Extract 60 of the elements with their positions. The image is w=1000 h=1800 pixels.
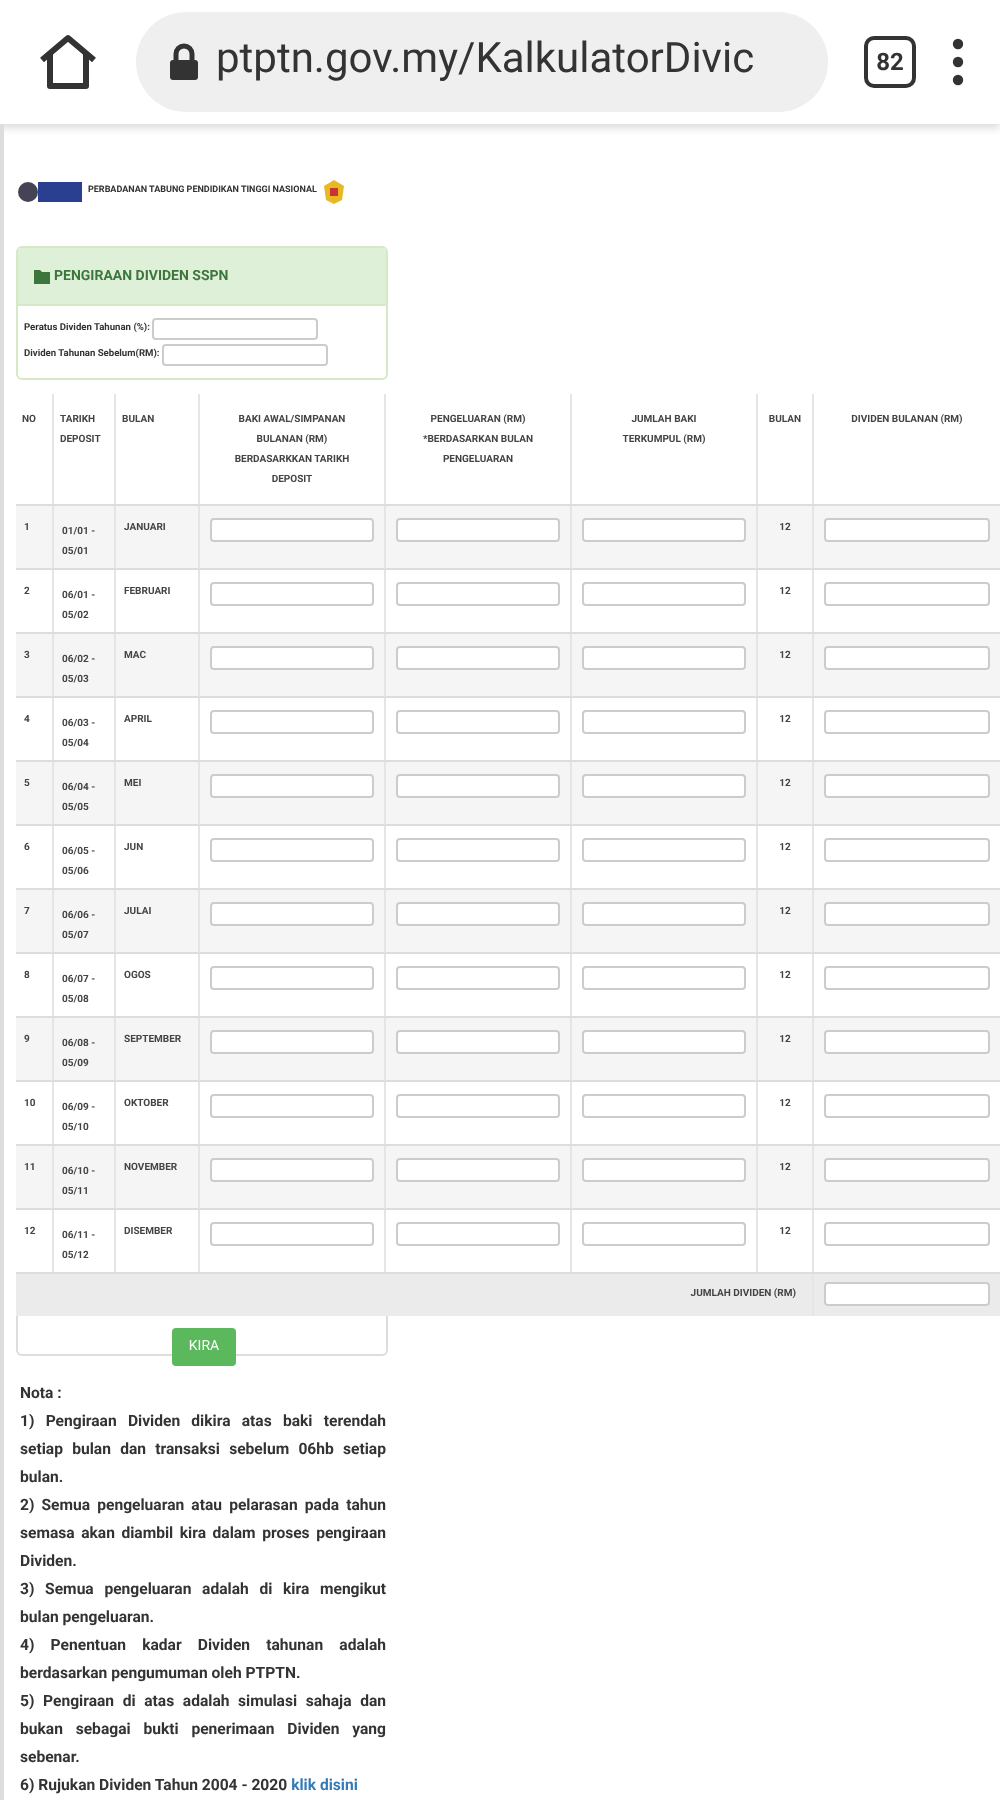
input-field[interactable] bbox=[824, 1158, 990, 1182]
input-field[interactable] bbox=[824, 1222, 990, 1246]
input-field[interactable] bbox=[582, 838, 746, 862]
input-field[interactable] bbox=[582, 774, 746, 798]
input-field[interactable] bbox=[210, 966, 374, 990]
input-field[interactable] bbox=[396, 646, 560, 670]
input-field[interactable] bbox=[582, 1094, 746, 1118]
input-field[interactable] bbox=[582, 582, 746, 606]
input-field[interactable] bbox=[824, 1282, 990, 1306]
input-field[interactable] bbox=[824, 1094, 990, 1118]
folder-icon bbox=[34, 269, 52, 283]
input-field[interactable] bbox=[824, 1030, 990, 1054]
logo-icon bbox=[16, 180, 84, 204]
input-field[interactable] bbox=[582, 646, 746, 670]
address-bar[interactable]: ptptn.gov.my/KalkulatorDivic bbox=[136, 12, 828, 112]
input-field[interactable] bbox=[824, 582, 990, 606]
home-icon[interactable] bbox=[36, 32, 100, 92]
input-field[interactable] bbox=[151, 318, 318, 340]
input-field[interactable] bbox=[210, 518, 374, 542]
input-field[interactable] bbox=[210, 582, 374, 606]
lock-icon bbox=[168, 42, 200, 82]
input-field[interactable] bbox=[396, 1094, 560, 1118]
tab-count[interactable]: 82 bbox=[864, 36, 916, 88]
input-field[interactable] bbox=[396, 1030, 560, 1054]
input-field[interactable] bbox=[161, 344, 328, 366]
input-field[interactable] bbox=[396, 1222, 560, 1246]
crest-icon bbox=[320, 178, 349, 206]
input-field[interactable] bbox=[824, 710, 990, 734]
input-field[interactable] bbox=[582, 710, 746, 734]
input-field[interactable] bbox=[582, 1030, 746, 1054]
input-field[interactable] bbox=[824, 518, 990, 542]
input-field[interactable] bbox=[210, 838, 374, 862]
input-field[interactable] bbox=[396, 1158, 560, 1182]
input-field[interactable] bbox=[582, 518, 746, 542]
input-field[interactable] bbox=[210, 1030, 374, 1054]
input-field[interactable] bbox=[210, 646, 374, 670]
input-field[interactable] bbox=[210, 1158, 374, 1182]
input-field[interactable] bbox=[582, 1158, 746, 1182]
input-field[interactable] bbox=[210, 710, 374, 734]
input-field[interactable] bbox=[210, 774, 374, 798]
input-field[interactable] bbox=[396, 774, 560, 798]
input-field[interactable] bbox=[582, 966, 746, 990]
input-field[interactable] bbox=[210, 902, 374, 926]
input-field[interactable] bbox=[396, 518, 560, 542]
input-field[interactable] bbox=[582, 902, 746, 926]
input-field[interactable] bbox=[210, 1094, 374, 1118]
input-field[interactable] bbox=[210, 1222, 374, 1246]
input-field[interactable] bbox=[396, 838, 560, 862]
input-field[interactable] bbox=[824, 838, 990, 862]
menu-icon[interactable] bbox=[952, 38, 964, 86]
input-field[interactable] bbox=[396, 902, 560, 926]
input-field[interactable] bbox=[824, 646, 990, 670]
url-text: ptptn.gov.my/KalkulatorDivic bbox=[216, 34, 755, 89]
input-field[interactable] bbox=[396, 710, 560, 734]
input-field[interactable] bbox=[396, 966, 560, 990]
input-field[interactable] bbox=[396, 582, 560, 606]
input-field[interactable] bbox=[824, 966, 990, 990]
input-field[interactable] bbox=[824, 774, 990, 798]
input-field[interactable] bbox=[582, 1222, 746, 1246]
input-field[interactable] bbox=[824, 902, 990, 926]
